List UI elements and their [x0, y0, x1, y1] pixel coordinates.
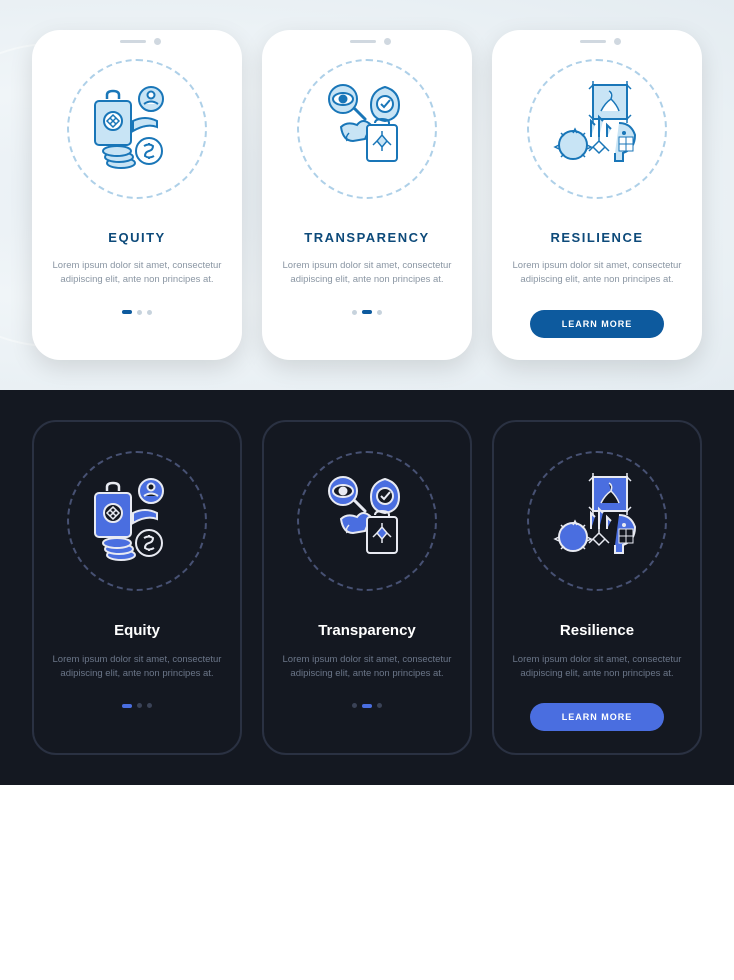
illustration-resilience	[522, 446, 672, 596]
resilience-icon	[537, 69, 657, 189]
page-dot[interactable]	[147, 703, 152, 708]
onboarding-row-dark: Equity Lorem ipsum dolor sit amet, conse…	[0, 390, 734, 786]
learn-more-button[interactable]: LEARN MORE	[530, 703, 665, 731]
transparency-icon	[307, 461, 427, 581]
onboarding-screen-equity-dark: Equity Lorem ipsum dolor sit amet, conse…	[32, 420, 242, 756]
screen-description: Lorem ipsum dolor sit amet, consectetur …	[52, 259, 222, 288]
screen-title: EQUITY	[108, 230, 165, 245]
page-dots	[352, 703, 382, 708]
page-dot[interactable]	[377, 703, 382, 708]
screen-description: Lorem ipsum dolor sit amet, consectetur …	[52, 653, 222, 682]
illustration-transparency	[292, 54, 442, 204]
screen-title: TRANSPARENCY	[304, 230, 429, 245]
screen-title: Equity	[114, 622, 160, 639]
page-dot-active[interactable]	[362, 704, 372, 708]
page-dot[interactable]	[377, 310, 382, 315]
screen-title: Resilience	[560, 622, 634, 639]
screen-title: RESILIENCE	[550, 230, 643, 245]
screen-description: Lorem ipsum dolor sit amet, consectetur …	[282, 653, 452, 682]
page-dots	[122, 703, 152, 708]
page-dots	[352, 310, 382, 315]
onboarding-row-light: EQUITY Lorem ipsum dolor sit amet, conse…	[0, 0, 734, 390]
page-dot[interactable]	[137, 310, 142, 315]
onboarding-screen-resilience-light: RESILIENCE Lorem ipsum dolor sit amet, c…	[492, 30, 702, 360]
transparency-icon	[307, 69, 427, 189]
illustration-equity	[62, 446, 212, 596]
page-dot-active[interactable]	[362, 310, 372, 314]
illustration-transparency	[292, 446, 442, 596]
resilience-icon	[537, 461, 657, 581]
page-dot-active[interactable]	[122, 310, 132, 314]
page-dot-active[interactable]	[122, 704, 132, 708]
onboarding-screen-equity-light: EQUITY Lorem ipsum dolor sit amet, conse…	[32, 30, 242, 360]
screen-description: Lorem ipsum dolor sit amet, consectetur …	[512, 259, 682, 288]
illustration-resilience	[522, 54, 672, 204]
page-dot[interactable]	[352, 310, 357, 315]
onboarding-screen-transparency-dark: Transparency Lorem ipsum dolor sit amet,…	[262, 420, 472, 756]
page-dot[interactable]	[352, 703, 357, 708]
page-dot[interactable]	[147, 310, 152, 315]
screen-title: Transparency	[318, 622, 416, 639]
screen-description: Lorem ipsum dolor sit amet, consectetur …	[282, 259, 452, 288]
equity-icon	[77, 461, 197, 581]
onboarding-screen-transparency-light: TRANSPARENCY Lorem ipsum dolor sit amet,…	[262, 30, 472, 360]
screen-description: Lorem ipsum dolor sit amet, consectetur …	[512, 653, 682, 682]
page-dot[interactable]	[137, 703, 142, 708]
learn-more-button[interactable]: LEARN MORE	[530, 310, 665, 338]
page-dots	[122, 310, 152, 315]
onboarding-screen-resilience-dark: Resilience Lorem ipsum dolor sit amet, c…	[492, 420, 702, 756]
illustration-equity	[62, 54, 212, 204]
equity-icon	[77, 69, 197, 189]
